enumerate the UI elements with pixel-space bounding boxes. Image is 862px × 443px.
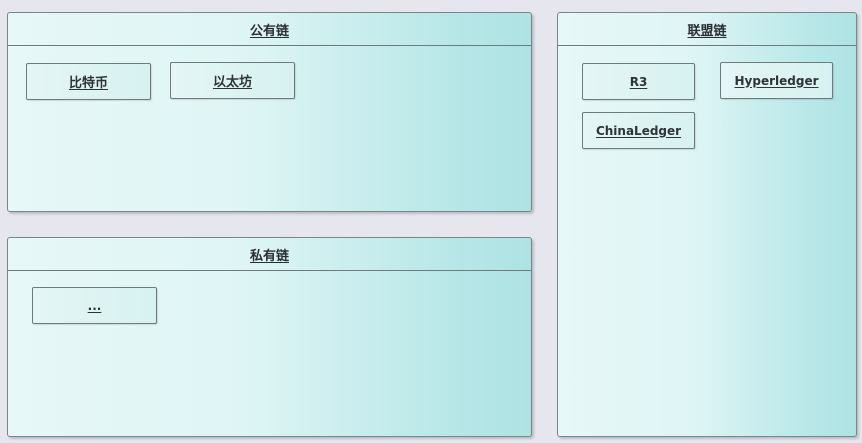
- private-chain-header: 私有链: [8, 238, 531, 271]
- consortium-chain-title: 联盟链: [687, 23, 727, 39]
- node-bitcoin-label: 比特币: [68, 76, 108, 91]
- node-chinaledger[interactable]: ChinaLedger: [582, 112, 695, 149]
- node-ellipsis-label: ...: [87, 298, 102, 313]
- node-ethereum[interactable]: 以太坊: [170, 62, 295, 99]
- node-bitcoin[interactable]: 比特币: [26, 63, 151, 100]
- node-chinaledger-label: ChinaLedger: [595, 123, 682, 138]
- public-chain-panel[interactable]: 公有链 比特币 以太坊: [7, 12, 532, 212]
- node-r3[interactable]: R3: [582, 63, 695, 100]
- node-ellipsis[interactable]: ...: [32, 287, 157, 324]
- node-ethereum-label: 以太坊: [212, 75, 252, 90]
- node-hyperledger-label: Hyperledger: [734, 73, 819, 88]
- private-chain-panel[interactable]: 私有链 ...: [7, 237, 532, 437]
- private-chain-title: 私有链: [249, 248, 289, 264]
- consortium-chain-header: 联盟链: [558, 13, 856, 46]
- node-r3-label: R3: [629, 74, 648, 89]
- node-hyperledger[interactable]: Hyperledger: [720, 62, 833, 99]
- public-chain-title: 公有链: [249, 23, 289, 39]
- consortium-chain-panel[interactable]: 联盟链 R3 Hyperledger ChinaLedger: [557, 12, 857, 437]
- public-chain-header: 公有链: [8, 13, 531, 46]
